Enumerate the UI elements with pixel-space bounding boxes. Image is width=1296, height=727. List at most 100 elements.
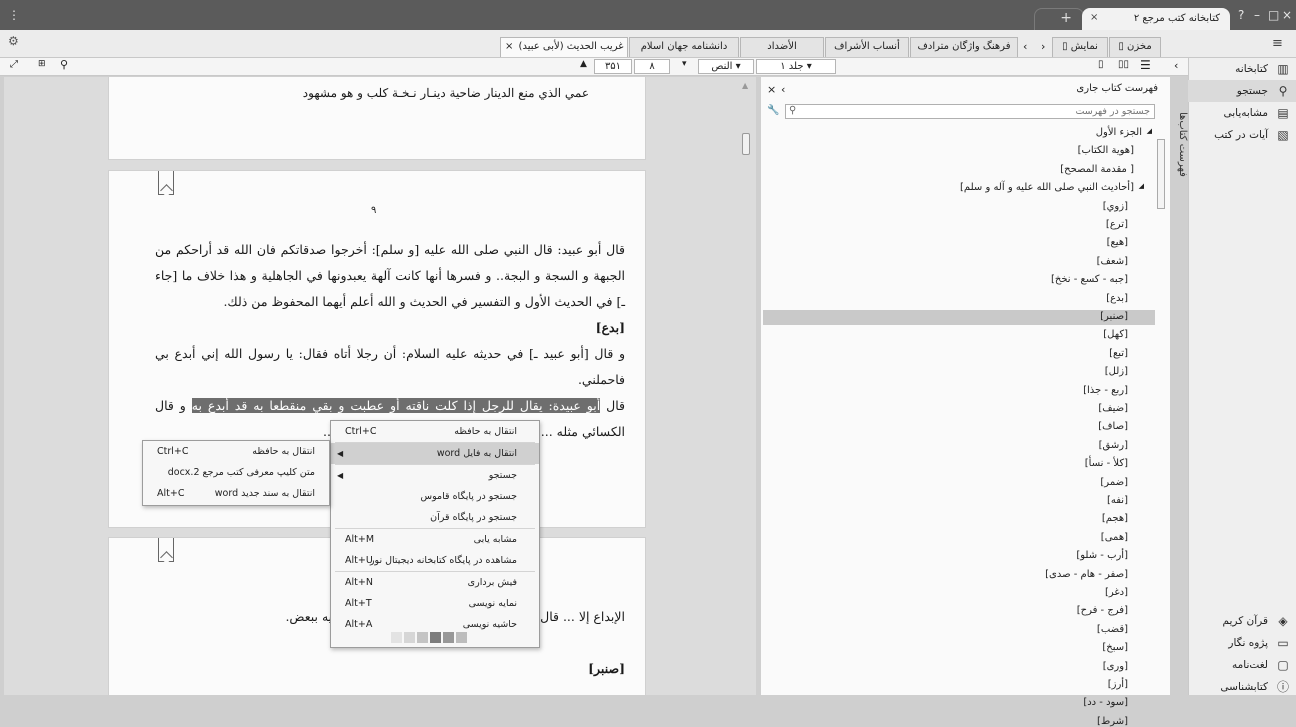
close-toc-icon[interactable]: × <box>767 83 776 96</box>
toc-item[interactable]: [ترع] <box>1106 219 1128 230</box>
hamburger-menu-icon[interactable]: ≡ <box>1272 36 1283 51</box>
toc-item[interactable]: [كهل] <box>1103 329 1128 340</box>
app-tab[interactable]: کتابخانه کتب مرجع ۲ × <box>1082 8 1230 30</box>
toc-scrollbar-thumb[interactable] <box>1157 139 1165 209</box>
close-doc-tab-icon[interactable]: × <box>505 38 513 56</box>
scrollbar-thumb[interactable] <box>742 133 750 155</box>
page-number-input[interactable]: ۳۵۱ <box>594 59 632 74</box>
page-part-input[interactable]: ۸ <box>634 59 670 74</box>
toc-item[interactable]: [نفه] <box>1107 495 1128 506</box>
bookmark-icon[interactable] <box>158 171 174 195</box>
toc-item[interactable]: [ورى] <box>1103 661 1128 672</box>
sidebar-item-dictionary[interactable]: ▢ لغت‌نامه <box>1188 654 1296 676</box>
toc-item[interactable]: [هيع] <box>1107 237 1128 248</box>
bookmark-icon[interactable] <box>158 538 174 562</box>
minimize-icon[interactable]: – <box>1254 0 1260 30</box>
menu-item-search[interactable]: جستجو ◀ <box>331 465 539 486</box>
find-icon[interactable]: ⚲ <box>60 58 68 71</box>
menu-item-view-noor[interactable]: مشاهده در پایگاه کتابخانه دیجیتال نور Alt… <box>331 550 539 571</box>
submenu-item-new-word[interactable]: انتقال به سند جدید word Alt+C <box>143 483 329 504</box>
toc-item[interactable]: [زوي] <box>1103 201 1128 212</box>
color-swatch[interactable] <box>456 632 467 643</box>
toc-item[interactable]: [جبه - كسع - نخخ] <box>1051 274 1128 285</box>
color-swatch[interactable] <box>430 632 441 643</box>
display-toggle[interactable]: نمایش ▯ <box>1052 37 1108 57</box>
color-swatch[interactable] <box>443 632 454 643</box>
tab-scroll-left-icon[interactable]: ‹ <box>1023 40 1027 53</box>
tab-scroll-right-icon[interactable]: › <box>1041 40 1045 53</box>
toc-item[interactable]: [تبع] <box>1109 348 1128 359</box>
toc-item[interactable]: [فرج - فرح] <box>1077 605 1128 616</box>
settings-icon[interactable]: ⚙ <box>8 34 19 48</box>
double-page-icon[interactable]: ▯▯ <box>1118 59 1129 70</box>
new-tab-button[interactable]: + <box>1060 10 1072 26</box>
menu-item-note[interactable]: فیش برداری Alt+N <box>331 572 539 593</box>
doc-tab-gharib[interactable]: × غریب الحدیث (لأبی عبید) <box>500 37 628 57</box>
toc-item[interactable]: [هجم] <box>1102 513 1128 524</box>
toc-item[interactable]: [سود - دد] <box>1083 697 1128 708</box>
submenu-item-copy[interactable]: انتقال به حافظه Ctrl+C <box>143 441 329 462</box>
sidebar-item-search[interactable]: ⚲ جستجو <box>1188 80 1296 102</box>
toc-search-input[interactable] <box>785 104 1155 119</box>
toc-back-icon[interactable]: ‹ <box>781 83 785 96</box>
volume-select[interactable]: ▾ جلد ۱ <box>756 59 836 74</box>
expand-arrow-icon[interactable]: ◢ <box>1147 127 1152 135</box>
single-page-icon[interactable]: ▯ <box>1098 59 1104 70</box>
menu-item-export-word[interactable]: انتقال به فایل word ◀ <box>331 443 539 464</box>
sidebar-item-quran[interactable]: ◈ قرآن کریم <box>1188 610 1296 632</box>
toc-settings-icon[interactable]: 🔧 <box>767 105 783 116</box>
menu-item-similar[interactable]: مشابه یابی Alt+M <box>331 529 539 550</box>
expand-icon[interactable]: ⤢ <box>10 59 18 70</box>
dropdown-chevron-icon[interactable]: ▾ <box>682 59 687 69</box>
toc-item[interactable]: [صنبر] <box>1100 311 1128 322</box>
toc-node-expanded[interactable]: [أحاديث النبي صلى الله عليه و آله و سلم] <box>960 182 1134 193</box>
toc-item[interactable]: [همى] <box>1101 532 1128 543</box>
toc-item[interactable]: [كلأ - نسأ] <box>1085 458 1128 469</box>
color-swatch[interactable] <box>417 632 428 643</box>
sidebar-item-verses[interactable]: ▧ آیات در کتب <box>1188 124 1296 146</box>
sidebar-item-similar[interactable]: ▤ مشابه‌یابی <box>1188 102 1296 124</box>
toc-node-expanded[interactable]: الجزء الأول <box>1096 127 1142 138</box>
toc-item[interactable]: [شرط] <box>1097 716 1128 727</box>
toc-item[interactable]: [ربع - جذا] <box>1083 385 1128 396</box>
toc-item[interactable]: [صاف] <box>1098 421 1128 432</box>
toc-item[interactable]: [قضب] <box>1097 624 1128 635</box>
toc-item[interactable]: [سبخ] <box>1102 642 1128 653</box>
color-swatch[interactable] <box>391 632 402 643</box>
maximize-icon[interactable]: □ <box>1268 0 1279 30</box>
toc-item[interactable]: [صفر - هام - صدى] <box>1045 569 1128 580</box>
collapse-panel-icon[interactable]: ‹ <box>1174 59 1178 72</box>
list-view-icon[interactable]: ☰ <box>1140 58 1151 72</box>
app-menu-icon[interactable]: ⋮ <box>8 0 20 30</box>
sidebar-item-research[interactable]: ▭ پژوه نگار <box>1188 632 1296 654</box>
text-mode-select[interactable]: ▾ النص <box>698 59 754 74</box>
doc-tab-farhang[interactable]: فرهنگ واژگان مترادف <box>910 37 1018 57</box>
toc-item[interactable]: [هوية الكتاب] <box>1078 145 1134 156</box>
toc-item[interactable]: [زلل] <box>1105 366 1128 377</box>
store-toggle[interactable]: مخزن ▯ <box>1109 37 1161 57</box>
toc-item[interactable]: [أرب - شلو] <box>1076 550 1128 561</box>
toc-item[interactable]: [ مقدمة المصحح] <box>1060 164 1134 175</box>
books-toc-vertical-tab[interactable]: فهرست کتاب‌ها <box>1172 77 1188 177</box>
doc-tab-ansab[interactable]: أنساب الأشراف <box>825 37 909 57</box>
toc-item[interactable]: [بدع] <box>1106 293 1128 304</box>
sidebar-item-library[interactable]: ▥ کتابخانه <box>1188 58 1296 80</box>
menu-item-search-quran[interactable]: جستجو در پایگاه قرآن <box>331 507 539 528</box>
selected-text[interactable]: أبو عبيدة: يقال للرجل إذا كلت ناقته أو ع… <box>191 398 601 413</box>
compare-icon[interactable]: ⊞ <box>38 59 46 69</box>
page-up-icon[interactable]: ▲ <box>580 59 587 69</box>
menu-item-copy[interactable]: انتقال به حافظه Ctrl+C <box>331 421 539 442</box>
toc-item[interactable]: [ضيف] <box>1098 403 1128 414</box>
submenu-item-docx[interactable]: متن کلیپ معرفی کتب مرجع docx.2 <box>143 462 329 483</box>
doc-tab-daneshnameh[interactable]: دانشنامه جهان اسلام <box>629 37 739 57</box>
scroll-up-icon[interactable]: ▲ <box>742 81 748 90</box>
toc-item[interactable]: [شعف] <box>1097 256 1128 267</box>
expand-arrow-icon[interactable]: ◢ <box>1139 182 1144 190</box>
close-window-icon[interactable]: × <box>1282 0 1292 30</box>
close-tab-icon[interactable]: × <box>1090 12 1098 23</box>
toc-item[interactable]: [ضمر] <box>1100 477 1128 488</box>
color-swatch[interactable] <box>404 632 415 643</box>
help-icon[interactable]: ? <box>1238 0 1244 30</box>
toc-item[interactable]: [أرز] <box>1108 679 1128 690</box>
doc-tab-azdad[interactable]: الأضداد <box>740 37 824 57</box>
